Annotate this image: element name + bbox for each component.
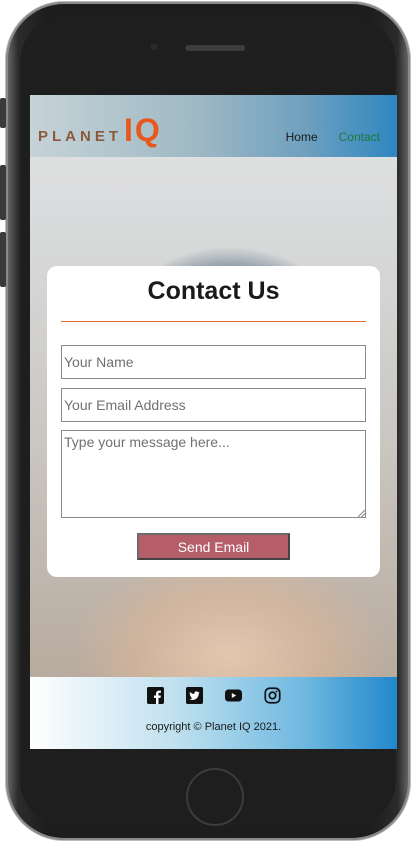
site-header: PLANET IQ Home Contact (30, 95, 397, 157)
volume-up-button (0, 165, 6, 220)
textarea-resize-handle[interactable] (358, 510, 365, 517)
name-input[interactable] (61, 345, 366, 379)
youtube-icon[interactable] (224, 687, 242, 709)
screen: PLANET IQ Home Contact Contact Us Send E… (30, 95, 397, 749)
twitter-icon[interactable] (185, 687, 203, 709)
mute-switch (0, 98, 6, 128)
front-camera (149, 42, 159, 52)
volume-down-button (0, 232, 6, 287)
contact-title: Contact Us (147, 277, 280, 305)
copyright-text: copyright © Planet IQ 2021. (145, 721, 282, 733)
social-links (30, 687, 397, 709)
home-button[interactable] (186, 768, 244, 826)
earpiece-speaker (185, 45, 245, 51)
nav-home-link[interactable]: Home (286, 130, 318, 144)
nav-contact-link[interactable]: Contact (339, 130, 380, 144)
contact-card: Contact Us Send Email (47, 266, 380, 577)
facebook-icon[interactable] (146, 687, 164, 709)
logo[interactable]: PLANET IQ (38, 114, 162, 154)
message-textarea[interactable] (61, 430, 366, 518)
logo-iq-text: IQ (124, 112, 162, 148)
main-nav: Home Contact (286, 130, 380, 144)
logo-planet-text: PLANET (38, 128, 122, 145)
send-email-button[interactable]: Send Email (137, 533, 290, 560)
site-footer: copyright © Planet IQ 2021. (30, 677, 397, 749)
email-input[interactable] (61, 388, 366, 422)
instagram-icon[interactable] (263, 687, 281, 709)
title-divider (61, 321, 366, 322)
